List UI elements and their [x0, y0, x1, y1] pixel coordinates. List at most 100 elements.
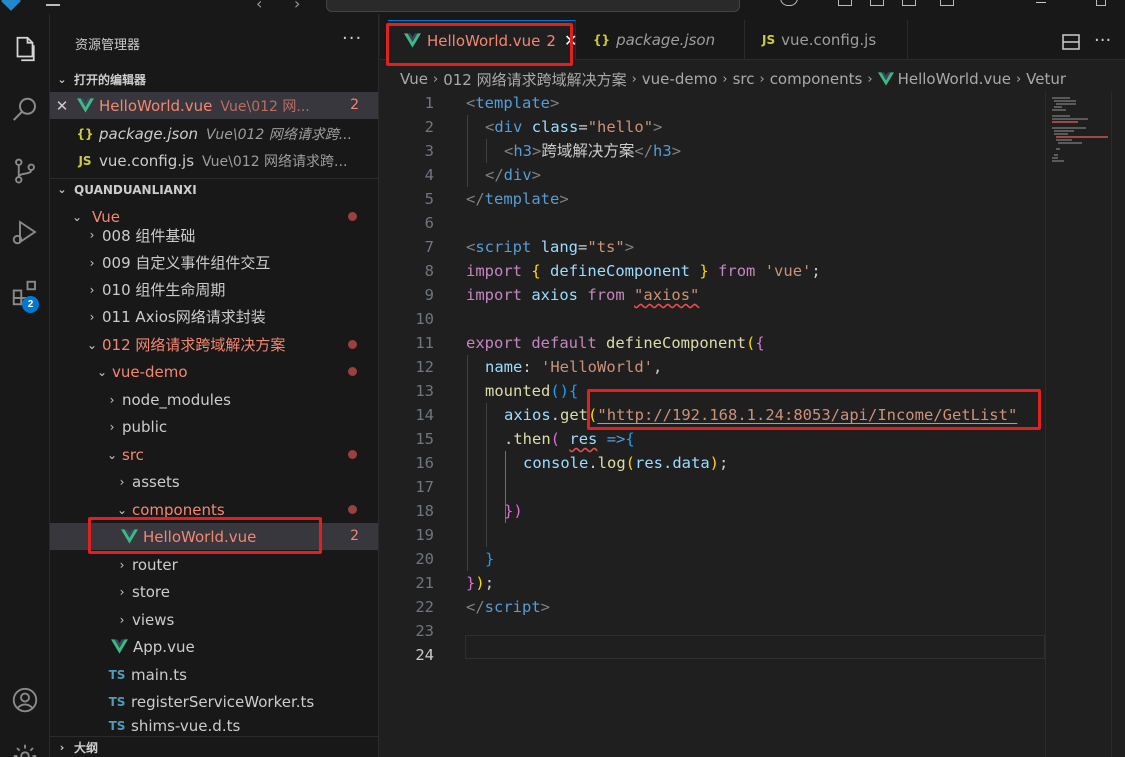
code-line-22: </script> — [466, 598, 551, 616]
tree-label: public — [122, 417, 168, 436]
line-number: 3 — [424, 142, 434, 160]
layout-panel-icon[interactable] — [870, 0, 884, 6]
open-editor-vue-config[interactable]: JS vue.config.js Vue\012 网络请求跨... — [50, 147, 378, 174]
editor-area: HelloWorld.vue 2 ✕ {} package.json JS vu… — [380, 14, 1125, 757]
chevron-down-icon: ⌄ — [96, 364, 108, 379]
activity-bar: 2 — [0, 14, 50, 757]
modified-dot — [348, 505, 357, 514]
command-center-search[interactable]: quanduanlianxi — [326, 0, 740, 12]
indent-guide — [486, 403, 487, 547]
workspace-header[interactable]: ⌄ QUANDUANLIANXI — [50, 178, 378, 200]
tree-folder-components[interactable]: ⌄ components — [50, 496, 378, 523]
tree-folder-assets[interactable]: › assets — [50, 468, 378, 495]
open-editor-package-json[interactable]: {} package.json Vue\012 网络请求跨... — [50, 120, 378, 147]
breadcrumb-item[interactable]: Vue — [400, 70, 428, 88]
customize-layout-icon[interactable] — [940, 0, 954, 6]
copilot-icon[interactable] — [780, 0, 798, 6]
tree-folder-011[interactable]: › 011 Axios网络请求封装 — [50, 303, 378, 330]
close-icon[interactable]: ✕ — [50, 97, 74, 115]
code-line-3: <h3>跨域解决方案</h3> — [504, 142, 682, 160]
chevron-right-icon: › — [59, 741, 65, 754]
tree-label: vue-demo — [112, 362, 188, 381]
tree-label: App.vue — [133, 637, 195, 656]
tree-folder-store[interactable]: › store — [50, 578, 378, 605]
open-editor-helloworld[interactable]: ✕ HelloWorld.vue Vue\012 网... 2 — [50, 92, 378, 119]
outline-header[interactable]: › 大纲 — [50, 736, 378, 757]
tree-file-register-sw[interactable]: TS registerServiceWorker.ts — [50, 688, 378, 715]
tree-folder-010[interactable]: › 010 组件生命周期 — [50, 276, 378, 303]
tree-file-app-vue[interactable]: App.vue — [50, 633, 378, 660]
tree-folder-public[interactable]: › public — [50, 413, 378, 440]
breadcrumb-item[interactable]: 012 网络请求跨域解决方案 — [443, 69, 626, 90]
layout-secondary-icon[interactable] — [902, 0, 916, 6]
breadcrumb-item[interactable]: HelloWorld.vue — [898, 70, 1011, 88]
open-editors-header[interactable]: ⌄ 打开的编辑器 — [50, 68, 378, 90]
indent-guide — [467, 355, 468, 571]
chevron-down-icon: ⌄ — [57, 72, 67, 86]
open-editor-desc: Vue\012 网络请求跨... — [206, 126, 353, 143]
line-number: 15 — [415, 430, 434, 448]
chevron-right-icon: › — [89, 309, 95, 324]
tab-package-json[interactable]: {} package.json — [577, 20, 745, 60]
tree-folder-node-modules[interactable]: › node_modules — [50, 386, 378, 413]
open-editor-desc: Vue\012 网... — [220, 98, 310, 115]
breadcrumb-item[interactable]: Vetur — [1026, 70, 1066, 88]
tree-label: node_modules — [122, 390, 231, 409]
layout-sidebar-icon[interactable] — [838, 0, 852, 6]
breadcrumb-separator-icon: › — [1015, 71, 1022, 87]
tree-file-shims[interactable]: TS shims-vue.d.ts — [50, 716, 378, 736]
tree-label: src — [122, 445, 144, 464]
line-number: 5 — [424, 190, 434, 208]
tree-folder-views[interactable]: › views — [50, 606, 378, 633]
accounts-icon[interactable] — [0, 676, 50, 724]
code-line-1: <template> — [466, 94, 560, 112]
tree-folder-009[interactable]: › 009 自定义事件组件交互 — [50, 249, 378, 276]
run-debug-icon[interactable] — [0, 208, 50, 256]
chevron-right-icon: › — [119, 612, 125, 627]
tree-folder-router[interactable]: › router — [50, 551, 378, 578]
code-editor[interactable]: 1 2 3 4 5 6 7 8 9 10 11 12 13 14 15 16 17 18 19 20 21 22 23 24 … — [380, 91, 1045, 757]
tree-label: store — [132, 582, 170, 601]
tab-vue-config-js[interactable]: JS vue.config.js — [746, 20, 908, 60]
breadcrumb-separator-icon: › — [759, 71, 765, 87]
tree-folder-src[interactable]: ⌄ src — [50, 441, 378, 468]
source-control-icon[interactable] — [0, 147, 50, 195]
extensions-icon[interactable]: 2 — [0, 269, 50, 317]
menu-icon[interactable] — [46, 4, 60, 6]
close-icon[interactable]: ✕ — [564, 31, 577, 50]
tree-file-helloworld[interactable]: HelloWorld.vue 2 — [50, 523, 378, 550]
tree-folder-008[interactable]: › 008 组件基础 — [50, 223, 378, 247]
tree-label: 010 组件生命周期 — [102, 281, 226, 299]
title-bar: ‹ › quanduanlianxi — [0, 0, 1125, 14]
breadcrumb-item[interactable]: vue-demo — [642, 70, 718, 88]
tree-file-main-ts[interactable]: TS main.ts — [50, 661, 378, 688]
forward-arrow-icon[interactable]: › — [294, 0, 300, 13]
tree-folder-012[interactable]: ⌄ 012 网络请求跨域解决方案 — [50, 331, 378, 358]
extensions-badge: 2 — [22, 296, 39, 313]
manage-gear-icon[interactable] — [0, 732, 50, 757]
breadcrumb-item[interactable]: src — [733, 70, 755, 88]
minimize-window-icon[interactable] — [1036, 2, 1046, 3]
close-window-icon[interactable] — [1096, 0, 1106, 6]
split-editor-icon[interactable] — [1062, 34, 1080, 55]
vscode-logo-icon — [1, 0, 21, 11]
tree-folder-vue-demo[interactable]: ⌄ vue-demo — [50, 358, 378, 385]
search-icon[interactable] — [0, 86, 50, 134]
breadcrumb-item[interactable]: components — [770, 70, 863, 88]
tab-helloworld-vue[interactable]: HelloWorld.vue 2 ✕ — [388, 20, 577, 60]
tree-label: assets — [132, 472, 180, 491]
vertical-scrollbar[interactable] — [1111, 91, 1125, 757]
tree-label: shims-vue.d.ts — [131, 717, 241, 735]
problem-count: 2 — [350, 528, 359, 544]
minimap[interactable] — [1045, 91, 1111, 757]
back-arrow-icon[interactable]: ‹ — [256, 0, 262, 13]
explorer-icon[interactable] — [0, 25, 50, 73]
indent-guide — [486, 139, 487, 163]
editor-more-actions-icon[interactable]: ··· — [1094, 30, 1111, 51]
modified-dot — [348, 340, 357, 349]
line-number: 11 — [415, 334, 434, 352]
tree-label: main.ts — [131, 665, 187, 684]
chevron-down-icon: ⌄ — [116, 502, 128, 517]
json-file-icon: {} — [76, 126, 94, 141]
explorer-more-actions-button[interactable]: ··· — [342, 28, 362, 49]
